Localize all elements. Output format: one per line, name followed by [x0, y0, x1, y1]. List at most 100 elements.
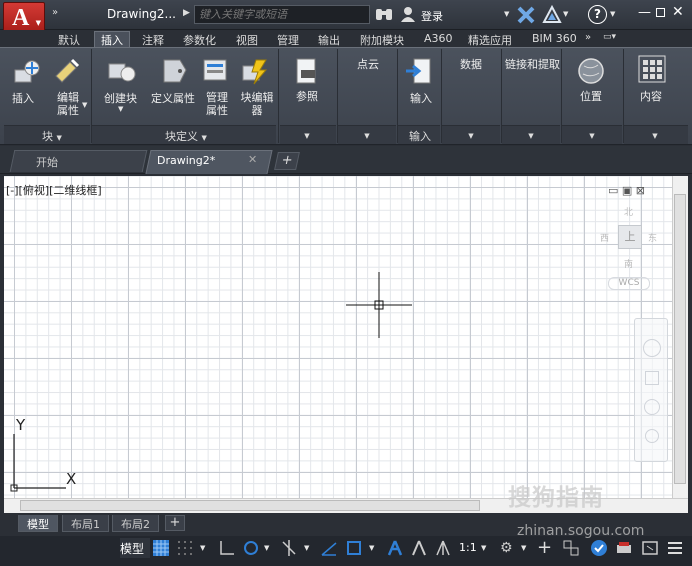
- viewport-window-controls[interactable]: ▭ ▣ ⊠: [608, 184, 645, 197]
- tab-annotate[interactable]: 注释: [142, 31, 164, 47]
- horizontal-scroll-thumb[interactable]: [20, 500, 480, 511]
- orbit-icon[interactable]: [645, 429, 659, 443]
- binoculars-icon[interactable]: [375, 6, 393, 22]
- object-snap-icon[interactable]: [345, 539, 363, 557]
- block-editor-button[interactable]: 块编辑器: [238, 91, 276, 117]
- panel-expand-data-icon[interactable]: ▼: [464, 128, 478, 144]
- tab-overflow-icon[interactable]: »: [585, 31, 591, 47]
- zoom-icon[interactable]: [644, 399, 660, 415]
- workspace-gear-icon[interactable]: ⚙: [500, 540, 513, 556]
- tab-insert[interactable]: 插入: [94, 31, 130, 47]
- user-icon[interactable]: [401, 6, 415, 22]
- drawing-canvas[interactable]: [4, 176, 672, 498]
- model-space-toggle[interactable]: 模型: [120, 538, 150, 558]
- new-tab-button[interactable]: +: [274, 152, 300, 170]
- layout-tab-layout2[interactable]: 布局2: [112, 515, 159, 532]
- plus-icon[interactable]: +: [537, 537, 552, 558]
- tab-view[interactable]: 视图: [236, 31, 258, 47]
- quick-access-overflow-icon[interactable]: »: [52, 7, 58, 18]
- chevron-down-icon[interactable]: ▼: [369, 544, 374, 552]
- help-icon[interactable]: ?: [588, 5, 607, 24]
- vertical-scroll-thumb[interactable]: [674, 194, 686, 484]
- autodesk-a360-icon[interactable]: [542, 5, 562, 25]
- annotation-visibility-icon[interactable]: [386, 539, 404, 557]
- maximize-button[interactable]: [656, 8, 665, 17]
- close-tab-icon[interactable]: ✕: [248, 153, 257, 166]
- reference-button[interactable]: 参照: [296, 90, 318, 103]
- steering-wheel-icon[interactable]: [643, 339, 661, 357]
- annotation-scale-value[interactable]: 1:1: [459, 541, 477, 554]
- viewcube-west[interactable]: 西: [600, 231, 609, 244]
- pan-icon[interactable]: [645, 371, 659, 385]
- chevron-right-icon[interactable]: ▶: [183, 8, 190, 18]
- clean-screen-icon[interactable]: [641, 539, 659, 557]
- panel-title-block[interactable]: 块 ▼: [34, 128, 70, 144]
- close-button[interactable]: ✕: [672, 4, 684, 20]
- data-panel-title[interactable]: 数据: [460, 58, 482, 71]
- tab-bim360[interactable]: BIM 360: [532, 31, 577, 47]
- chevron-down-icon[interactable]: ▼: [563, 10, 568, 18]
- panel-expand-location-icon[interactable]: ▼: [585, 128, 599, 144]
- chevron-down-icon[interactable]: ▼: [481, 544, 486, 552]
- tab-manage[interactable]: 管理: [277, 31, 299, 47]
- exchange-apps-icon[interactable]: [516, 5, 536, 25]
- annotation-scale-icon[interactable]: [434, 539, 452, 557]
- login-button[interactable]: 登录: [421, 8, 443, 24]
- grid-icon[interactable]: [152, 539, 170, 557]
- navigation-bar[interactable]: [634, 318, 668, 462]
- minimize-button[interactable]: —: [638, 5, 652, 20]
- object-snap-tracking-icon[interactable]: [320, 539, 338, 557]
- panel-title-block-def[interactable]: 块定义 ▼: [158, 128, 214, 144]
- panel-expand-reference-icon[interactable]: ▼: [300, 128, 314, 144]
- panel-expand-link-icon[interactable]: ▼: [524, 128, 538, 144]
- chevron-down-icon[interactable]: ▼: [118, 105, 123, 113]
- chevron-down-icon[interactable]: ▼: [504, 10, 509, 18]
- isolate-objects-icon[interactable]: [590, 539, 608, 557]
- viewcube[interactable]: 北 西 上 东 南 WCS: [596, 205, 657, 295]
- polar-tracking-icon[interactable]: [242, 539, 260, 557]
- viewcube-top-face[interactable]: 上: [618, 225, 642, 249]
- viewcube-south[interactable]: 南: [624, 257, 633, 270]
- chevron-down-icon[interactable]: ▼: [610, 10, 615, 18]
- viewcube-east[interactable]: 东: [648, 231, 657, 244]
- units-icon[interactable]: [562, 539, 580, 557]
- pointcloud-panel-title[interactable]: 点云: [357, 58, 379, 71]
- customization-menu-icon[interactable]: [666, 539, 684, 557]
- panel-expand-pointcloud-icon[interactable]: ▼: [360, 128, 374, 144]
- tab-featured-apps[interactable]: 精选应用: [468, 31, 512, 47]
- panel-expand-content-icon[interactable]: ▼: [648, 128, 662, 144]
- content-button[interactable]: 内容: [640, 90, 662, 103]
- chevron-down-icon[interactable]: ▼: [82, 101, 87, 109]
- file-tab-start[interactable]: [9, 150, 148, 172]
- chevron-down-icon[interactable]: ▼: [521, 544, 526, 552]
- auto-scale-icon[interactable]: [410, 539, 428, 557]
- tab-a360[interactable]: A360: [424, 31, 453, 47]
- tab-default[interactable]: 默认: [58, 31, 80, 47]
- wcs-menu[interactable]: WCS: [608, 277, 650, 290]
- layout-tab-model[interactable]: 模型: [18, 515, 58, 532]
- chevron-down-icon[interactable]: ▼: [304, 544, 309, 552]
- hardware-acceleration-icon[interactable]: [615, 539, 633, 557]
- snap-icon[interactable]: [176, 539, 194, 557]
- edit-attribute-button[interactable]: 编辑属性: [54, 91, 82, 117]
- isodraft-icon[interactable]: [280, 539, 298, 557]
- search-input[interactable]: [194, 5, 370, 24]
- tab-output[interactable]: 输出: [318, 31, 340, 47]
- link-extract-panel-title[interactable]: 链接和提取: [505, 58, 560, 71]
- insert-button[interactable]: 插入: [12, 92, 34, 105]
- viewcube-north[interactable]: 北: [624, 205, 633, 218]
- add-layout-button[interactable]: +: [165, 515, 185, 531]
- define-attribute-button[interactable]: 定义属性: [151, 92, 195, 105]
- tab-parametric[interactable]: 参数化: [183, 31, 216, 47]
- chevron-down-icon[interactable]: ▼: [264, 544, 269, 552]
- ortho-icon[interactable]: [218, 539, 236, 557]
- location-button[interactable]: 位置: [580, 90, 602, 103]
- chevron-down-icon[interactable]: ▼: [200, 544, 205, 552]
- layout-tab-layout1[interactable]: 布局1: [62, 515, 109, 532]
- manage-attribute-button[interactable]: 管理属性: [204, 91, 230, 117]
- viewport-controls-label[interactable]: [-][俯视][二维线框]: [6, 182, 102, 198]
- import-button[interactable]: 输入: [410, 92, 432, 105]
- tab-addins[interactable]: 附加模块: [360, 31, 404, 47]
- create-block-button[interactable]: 创建块: [104, 92, 137, 105]
- ribbon-toggle-icon[interactable]: ▭▾: [603, 31, 616, 47]
